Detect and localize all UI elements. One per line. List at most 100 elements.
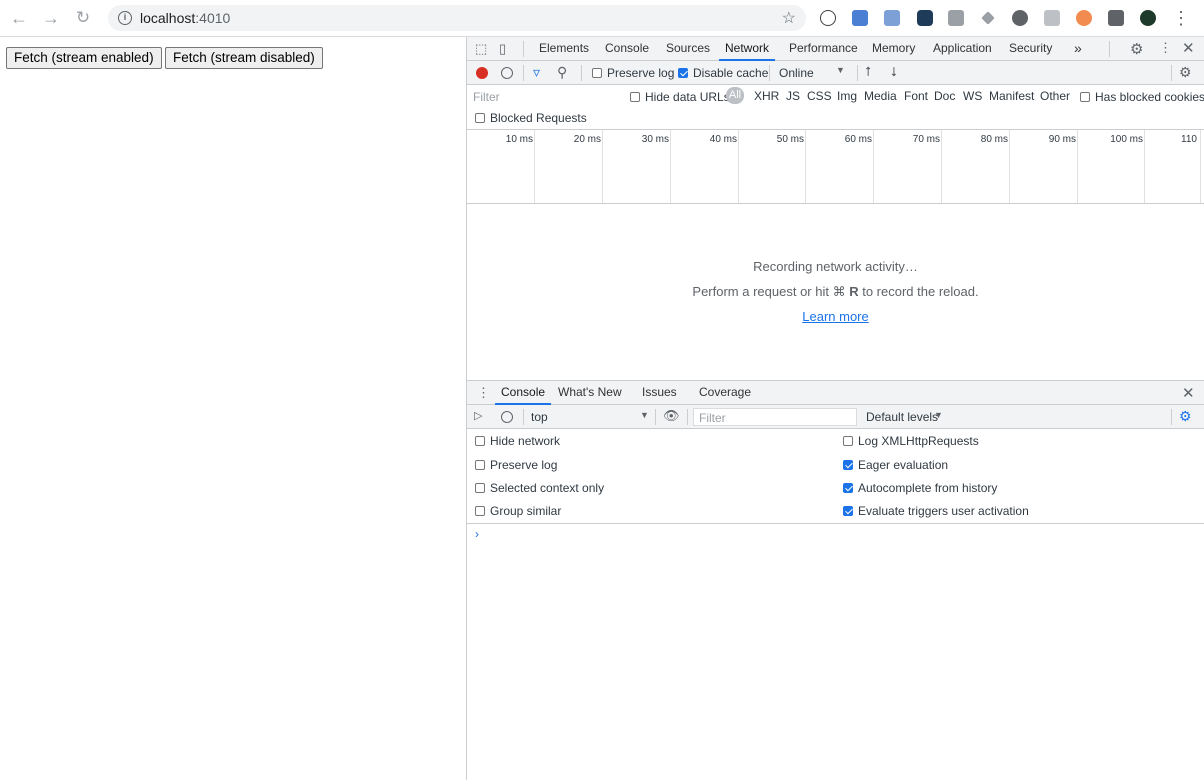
filter-type-xhr[interactable]: XHR [754,89,779,103]
levels-dropdown-arrow-icon[interactable]: ▼ [934,410,943,420]
fetch-stream-enabled-button[interactable]: Fetch (stream enabled) [6,47,162,69]
tab-memory[interactable]: Memory [872,37,915,61]
context-select[interactable]: top [531,410,548,424]
puzzle-extensions-icon[interactable] [1108,10,1124,26]
recording-message: Recording network activity… [753,259,918,274]
more-tabs-icon[interactable]: » [1074,37,1082,61]
filter-type-doc[interactable]: Doc [934,89,955,103]
fetch-stream-disabled-button[interactable]: Fetch (stream disabled) [165,47,323,69]
divider [581,65,582,81]
tab-application[interactable]: Application [933,37,992,61]
hide-data-urls-checkbox[interactable] [630,92,640,102]
filter-type-media[interactable]: Media [864,89,897,103]
site-info-icon[interactable]: i [118,11,132,25]
browser-toolbar: ← → ↻ i localhost:4010 ☆ ⋮ [0,0,1204,37]
devtools-menu-icon[interactable]: ⋮ [1159,40,1172,56]
camera-icon[interactable] [948,10,964,26]
url-port: :4010 [195,10,231,26]
google-translate-icon[interactable] [884,10,900,26]
selected-context-only-label: Selected context only [490,481,605,495]
tab-security[interactable]: Security [1009,37,1052,61]
console-settings-gear-icon[interactable]: ⚙ [1179,408,1192,425]
close-drawer-icon[interactable]: ✕ [1182,384,1195,402]
blocked-requests-checkbox[interactable] [475,113,485,123]
tab-performance[interactable]: Performance [789,37,858,61]
translate-extension-icon[interactable] [852,10,868,26]
divider [523,409,524,425]
filter-type-font[interactable]: Font [904,89,928,103]
tab-elements[interactable]: Elements [539,37,589,61]
tab-network[interactable]: Network [719,37,776,61]
evaluate-triggers-activation-checkbox[interactable] [843,506,853,516]
address-bar[interactable]: i localhost:4010 ☆ [108,5,806,31]
drawer-tab-whats-new[interactable]: What's New [558,381,622,405]
eager-evaluation-checkbox[interactable] [843,460,853,470]
preserve-log-checkbox[interactable] [592,68,602,78]
copy-extension-icon[interactable] [1044,10,1060,26]
forward-arrow-icon[interactable]: → [40,8,62,28]
log-levels-select[interactable]: Default levels [866,410,938,424]
close-devtools-icon[interactable]: ✕ [1182,39,1195,57]
filter-type-other[interactable]: Other [1040,89,1070,103]
bookmark-star-icon[interactable]: ☆ [782,8,796,28]
address-url: localhost:4010 [140,10,230,26]
autocomplete-history-checkbox[interactable] [843,483,853,493]
console-filter-input[interactable]: Filter [693,408,857,426]
console-preserve-log-checkbox[interactable] [475,460,485,470]
context-dropdown-arrow-icon[interactable]: ▼ [640,410,649,420]
drawer-menu-icon[interactable]: ⋮ [477,385,490,401]
drawer-tab-console[interactable]: Console [495,381,552,405]
device-toolbar-icon[interactable]: ▯ [499,41,506,57]
search-icon[interactable]: ⚲ [557,64,567,81]
has-blocked-cookies-checkbox[interactable] [1080,92,1090,102]
record-icon[interactable] [476,67,488,79]
inspect-element-icon[interactable]: ⬚ [475,41,487,57]
learn-more-link[interactable]: Learn more [802,309,868,324]
export-har-icon[interactable]: ⭣ [891,64,897,80]
reload-icon[interactable]: ↻ [72,8,94,28]
hexagon-extension-icon[interactable] [917,10,933,26]
throttling-select[interactable]: Online [779,66,814,80]
timeline-tick: 50 ms [739,130,806,203]
live-expression-eye-icon[interactable]: 👁 [663,408,680,424]
group-similar-checkbox[interactable] [475,506,485,516]
selected-context-only-checkbox[interactable] [475,483,485,493]
network-settings-gear-icon[interactable]: ⚙ [1179,64,1192,81]
tab-sources[interactable]: Sources [666,37,710,61]
log-xmlhttprequests-checkbox[interactable] [843,436,853,446]
clear-icon[interactable] [501,67,513,79]
hide-network-checkbox[interactable] [475,436,485,446]
console-prompt[interactable]: › [475,527,479,541]
console-settings-pane: Hide network Preserve log Selected conte… [467,429,1204,524]
filter-input[interactable]: Filter [473,90,500,104]
circle-extension-icon[interactable] [1012,10,1028,26]
network-overview-timeline[interactable]: 10 ms 20 ms 30 ms 40 ms 50 ms 60 ms 70 m… [467,130,1204,204]
password-manager-icon[interactable] [820,10,836,26]
filter-type-img[interactable]: Img [837,89,857,103]
disable-cache-checkbox[interactable] [678,68,688,78]
back-arrow-icon[interactable]: ← [8,8,30,28]
filter-type-manifest[interactable]: Manifest [989,89,1034,103]
clear-console-icon[interactable] [501,411,513,423]
blocked-requests-label: Blocked Requests [490,111,587,125]
filter-type-js[interactable]: JS [786,89,800,103]
settings-gear-icon[interactable]: ⚙ [1130,40,1143,58]
timeline-tick: 110 [1145,130,1201,203]
timeline-tick: 100 ms [1078,130,1145,203]
profile-avatar[interactable] [1140,10,1156,26]
network-toolbar: ▿ ⚲ Preserve log Disable cache Online ▼ … [467,61,1204,85]
eyedropper-icon[interactable] [981,11,995,25]
filter-type-all[interactable]: All [726,87,744,104]
filter-funnel-icon[interactable]: ▿ [533,64,540,81]
drawer-tab-issues[interactable]: Issues [642,381,677,405]
filter-type-css[interactable]: CSS [807,89,832,103]
tab-console[interactable]: Console [605,37,649,61]
drawer-tab-coverage[interactable]: Coverage [699,381,751,405]
browser-menu-icon[interactable]: ⋮ [1170,8,1192,28]
import-har-icon[interactable]: ⭡ [865,64,871,80]
filter-type-ws[interactable]: WS [963,89,982,103]
hide-data-urls-label: Hide data URLs [645,90,730,104]
show-sidebar-icon[interactable]: ▷ [474,409,482,422]
dropdown-arrow-icon[interactable]: ▼ [836,65,845,75]
orange-extension-icon[interactable] [1076,10,1092,26]
